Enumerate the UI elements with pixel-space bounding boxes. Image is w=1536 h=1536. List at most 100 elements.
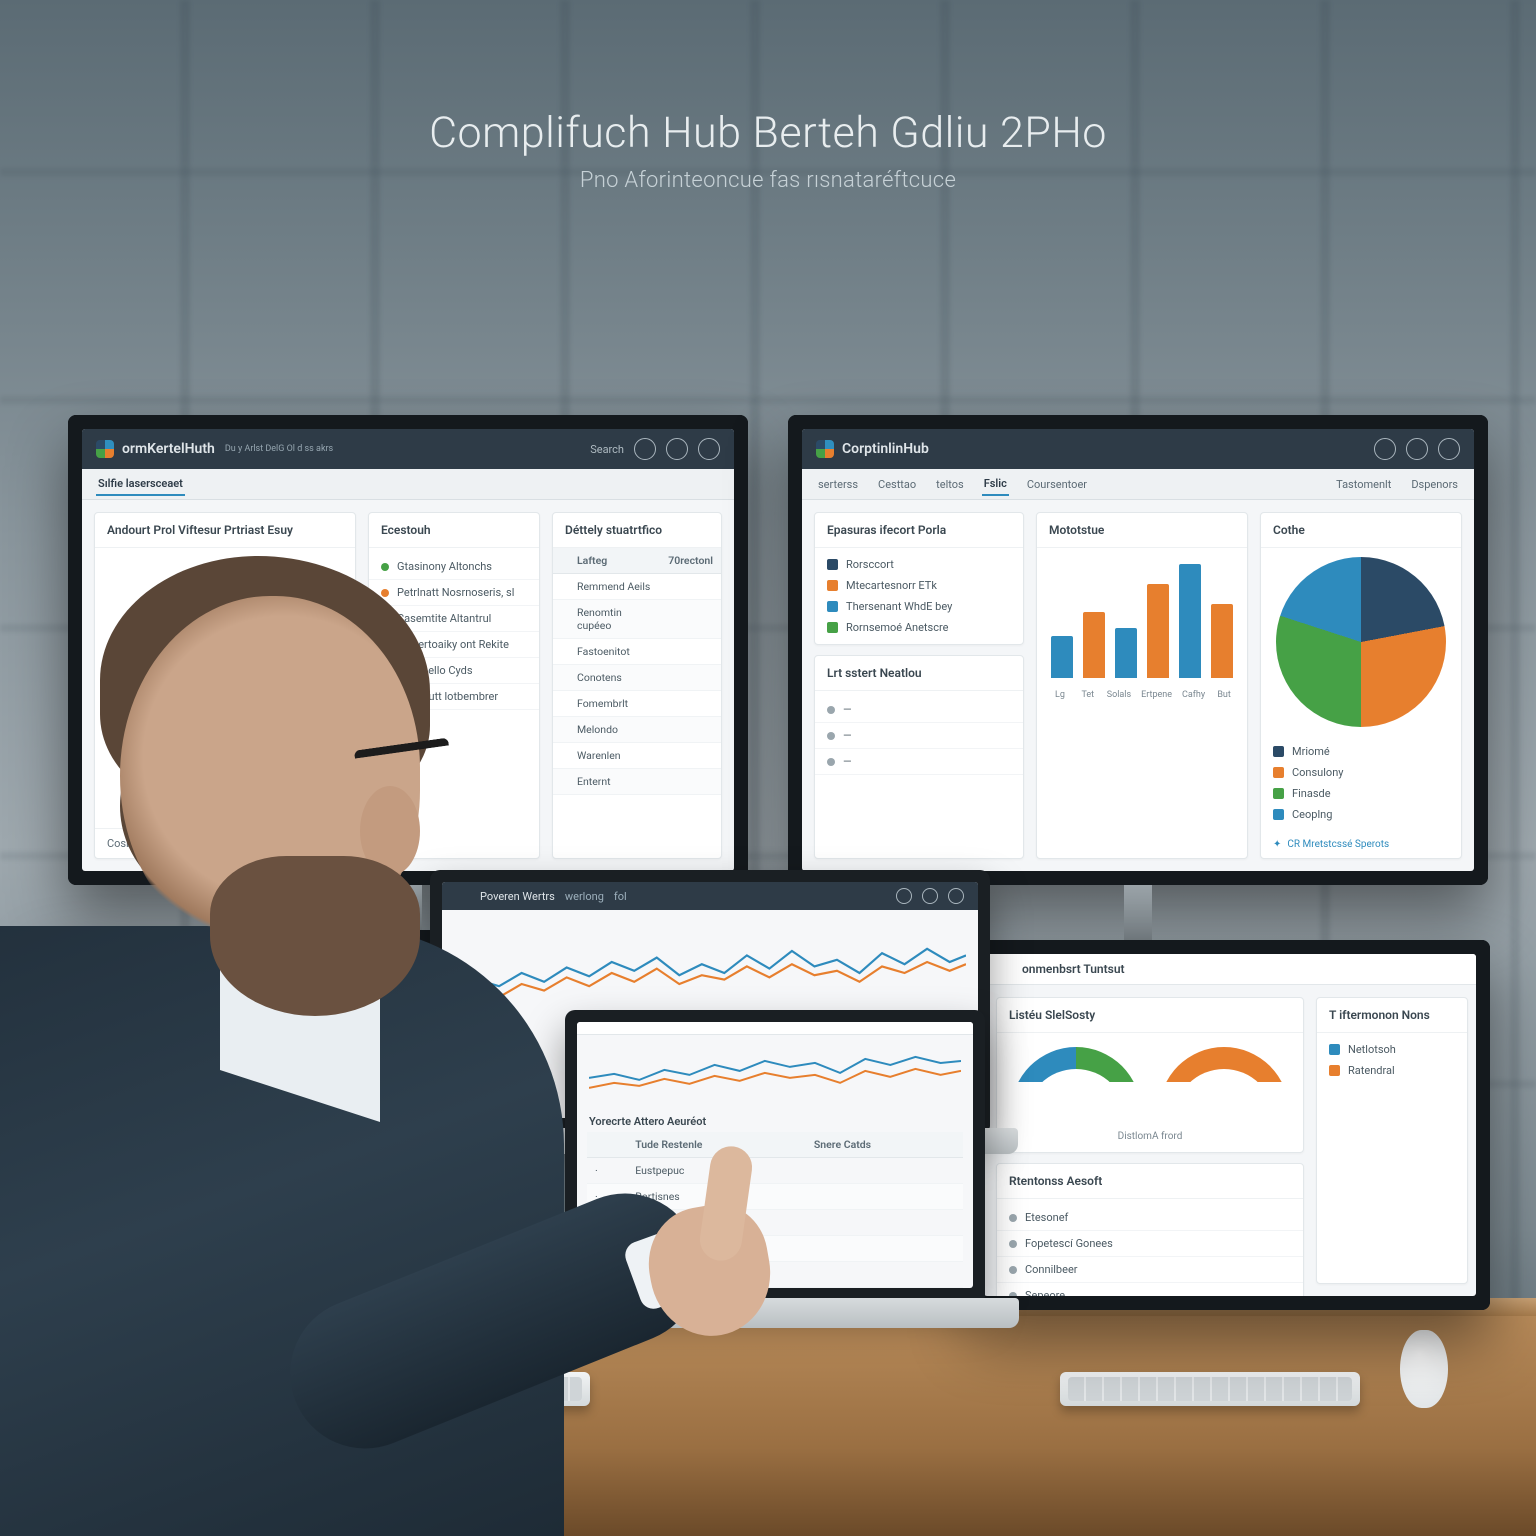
settings-icon[interactable] xyxy=(390,951,406,967)
lb-topbar: Poveren Wertrs werlong fol xyxy=(442,882,978,910)
bar-1 xyxy=(1083,612,1105,678)
right-pie-l1: Consulony xyxy=(1292,766,1343,779)
user-icon[interactable] xyxy=(948,888,964,904)
lf-td: Cent Pnct xyxy=(627,1287,806,1288)
right-tab-4[interactable]: Coursentoer xyxy=(1025,474,1089,495)
table-row: Enternt xyxy=(553,769,721,795)
monitor-left: ormKertelHuth Du y Arlst DelG Ol d ss ak… xyxy=(68,415,748,885)
bl-l1: Cersoronatdl xyxy=(262,1018,325,1031)
br-section-title: Listéu SlelSosty xyxy=(997,998,1303,1033)
monitor-right-screen[interactable]: CorptinlinHub serterss Cesttao teltos Fs… xyxy=(802,429,1474,871)
right-checklist-card: Epasuras ifecort Porla Rorsccort Mtecart… xyxy=(814,512,1024,645)
list-item[interactable]: — xyxy=(815,697,1023,723)
right-heading: Epasuras ifecort Porla xyxy=(815,513,1023,548)
left-td: Enternt xyxy=(569,769,660,795)
left-donut-card: Andourt Prol Viftesur Prtriast Esuy Sos … xyxy=(94,512,356,859)
left-sidelist: Gtasinony Altonchs Petrlnatt Nosrnoseris… xyxy=(369,548,539,716)
left-sidelist-item: Blasertoaiky ont Rekite xyxy=(369,632,539,658)
lf-topbar xyxy=(577,1022,973,1035)
left-sidelist-item: Casemtite Altantrul xyxy=(369,606,539,632)
list-item[interactable]: Etesonef xyxy=(997,1205,1303,1231)
bell-icon[interactable] xyxy=(922,888,938,904)
left-th-0[interactable] xyxy=(553,548,569,574)
left-sidelist-4[interactable]: Murenello Cyds xyxy=(397,664,473,677)
left-brand[interactable]: ormKertelHuth xyxy=(96,440,215,458)
right-pie-chart xyxy=(1276,557,1446,727)
br-topbar: onmenbsrt Tuntsut xyxy=(984,954,1476,985)
more-icon[interactable] xyxy=(896,888,912,904)
right-check-0[interactable]: Rorsccort xyxy=(827,558,1011,571)
keyboard-left xyxy=(310,1372,590,1406)
list-item[interactable]: — xyxy=(815,749,1023,775)
monitor-br-screen[interactable]: onmenbsrt Tuntsut Listéu SlelSosty Distl… xyxy=(984,954,1476,1296)
left-th-2[interactable]: 70rectonl xyxy=(660,548,721,574)
lb-tab-1[interactable]: werlong xyxy=(565,890,604,903)
monitor-bl-screen[interactable]: Bat Eroh ae Contertonion Cersoronatdl xyxy=(54,944,446,1276)
left-donut-legend: Sortt Ln % — xyxy=(296,661,339,716)
bl-tab-0[interactable]: Bat xyxy=(68,953,84,966)
list-item[interactable]: Sepeore xyxy=(997,1283,1303,1296)
right-tab-0[interactable]: serterss xyxy=(816,474,860,495)
lf-th-0[interactable] xyxy=(587,1132,627,1158)
right-check-2[interactable]: Thersenant WhdE bey xyxy=(827,600,1011,613)
br-rightbox-title: T iftermonon Nons xyxy=(1317,998,1467,1033)
right-tab-1[interactable]: Cesttao xyxy=(876,474,918,495)
left-sidelist-1[interactable]: Petrlnatt Nosrnoseris, sl xyxy=(397,586,514,599)
lf-td: Rortisnes xyxy=(627,1183,806,1209)
left-sidelist-item: Petrlnatt Nosrnoseris, sl xyxy=(369,580,539,606)
bar-2 xyxy=(1115,628,1137,678)
left-sidelist-0[interactable]: Gtasinony Altonchs xyxy=(397,560,492,573)
right-check-0-label: Rorsccort xyxy=(846,558,894,571)
br-title: onmenbsrt Tuntsut xyxy=(1022,962,1125,976)
left-sidelist-3[interactable]: Blasertoaiky ont Rekite xyxy=(397,638,509,651)
monitor-left-screen[interactable]: ormKertelHuth Du y Arlst DelG Ol d ss ak… xyxy=(82,429,734,871)
left-sidelist-2[interactable]: Casemtite Altantrul xyxy=(397,612,491,625)
left-brand-label: ormKertelHuth xyxy=(122,441,215,457)
bar-0 xyxy=(1051,636,1073,678)
br-side-heading: Rtentonss Aesoft xyxy=(997,1164,1303,1199)
user-icon[interactable] xyxy=(1438,438,1460,460)
right-pie-title: Cothe xyxy=(1261,513,1461,548)
right-check-3[interactable]: Rornsemoé Anetscre xyxy=(827,621,1011,634)
help-icon[interactable] xyxy=(666,438,688,460)
lf-series-blue xyxy=(589,1057,961,1080)
left-tab-0[interactable]: Sılfie lasersceaet xyxy=(96,473,185,496)
right-rtab-0[interactable]: Tastomenlt xyxy=(1334,474,1393,495)
left-search-label[interactable]: Search xyxy=(590,443,624,456)
table-row: ·Easternny xyxy=(587,1209,963,1235)
hero-title: Complifuch Hub Berteh Gdliu 2PHo xyxy=(429,108,1107,158)
right-brand[interactable]: CorptinlinHub xyxy=(816,440,929,458)
list-item[interactable]: Connilbeer xyxy=(997,1257,1303,1283)
br-rightbox: T iftermonon Nons Netlotsoh Ratendral xyxy=(1316,997,1468,1284)
left-sidelist-item: Gtasinony Altonchs xyxy=(369,554,539,580)
list-item[interactable]: Fopetescí Gonees xyxy=(997,1231,1303,1257)
lb-tab-0[interactable]: Poveren Wertrs xyxy=(480,890,555,903)
table-row: ·Prstosost xyxy=(587,1235,963,1261)
bell-icon[interactable] xyxy=(634,438,656,460)
left-th-1[interactable]: Lafteg xyxy=(569,548,660,574)
lf-th-2[interactable]: Snere Catds xyxy=(806,1132,963,1158)
right-tab-2[interactable]: teltos xyxy=(934,474,966,495)
br-ritem-0[interactable]: Netlotsoh xyxy=(1329,1043,1455,1056)
grid-icon[interactable] xyxy=(1374,438,1396,460)
right-check-1[interactable]: Mtecartesnorr ETk xyxy=(827,579,1011,592)
right-footer-link[interactable]: CR Mretstcssé Sperots xyxy=(1261,831,1461,858)
lf-spark xyxy=(577,1035,973,1111)
lf-td: Eustpepuc xyxy=(627,1157,806,1183)
scene-root: Complifuch Hub Berteh Gdliu 2PHo Pno Afo… xyxy=(0,0,1536,1536)
right-rtab-1[interactable]: Dspenors xyxy=(1409,474,1460,495)
lb-tab-2[interactable]: fol xyxy=(614,890,627,903)
right-tab-3[interactable]: Fslic xyxy=(982,473,1009,496)
table-row: ·Rortisnes xyxy=(587,1183,963,1209)
monitor-right: CorptinlinHub serterss Cesttao teltos Fs… xyxy=(788,415,1488,885)
bell-icon[interactable] xyxy=(1406,438,1428,460)
lf-th-1[interactable]: Tude Restenle xyxy=(627,1132,806,1158)
left-sidelist-5[interactable]: Da Mautt lotbembrer xyxy=(397,690,498,703)
laptop-front-screen[interactable]: Yorecrte Attero Aeuréot Tude Restenle Sn… xyxy=(577,1022,973,1288)
monitor-bottom-left: Bat Eroh ae Contertonion Cersoronatdl xyxy=(40,930,460,1290)
user-icon[interactable] xyxy=(698,438,720,460)
list-item[interactable]: — xyxy=(815,723,1023,749)
br-ritem-1[interactable]: Ratendral xyxy=(1329,1064,1455,1077)
left-donut-title: Andourt Prol Viftesur Prtriast Esuy xyxy=(95,513,355,548)
brand-logo-icon xyxy=(96,440,114,458)
